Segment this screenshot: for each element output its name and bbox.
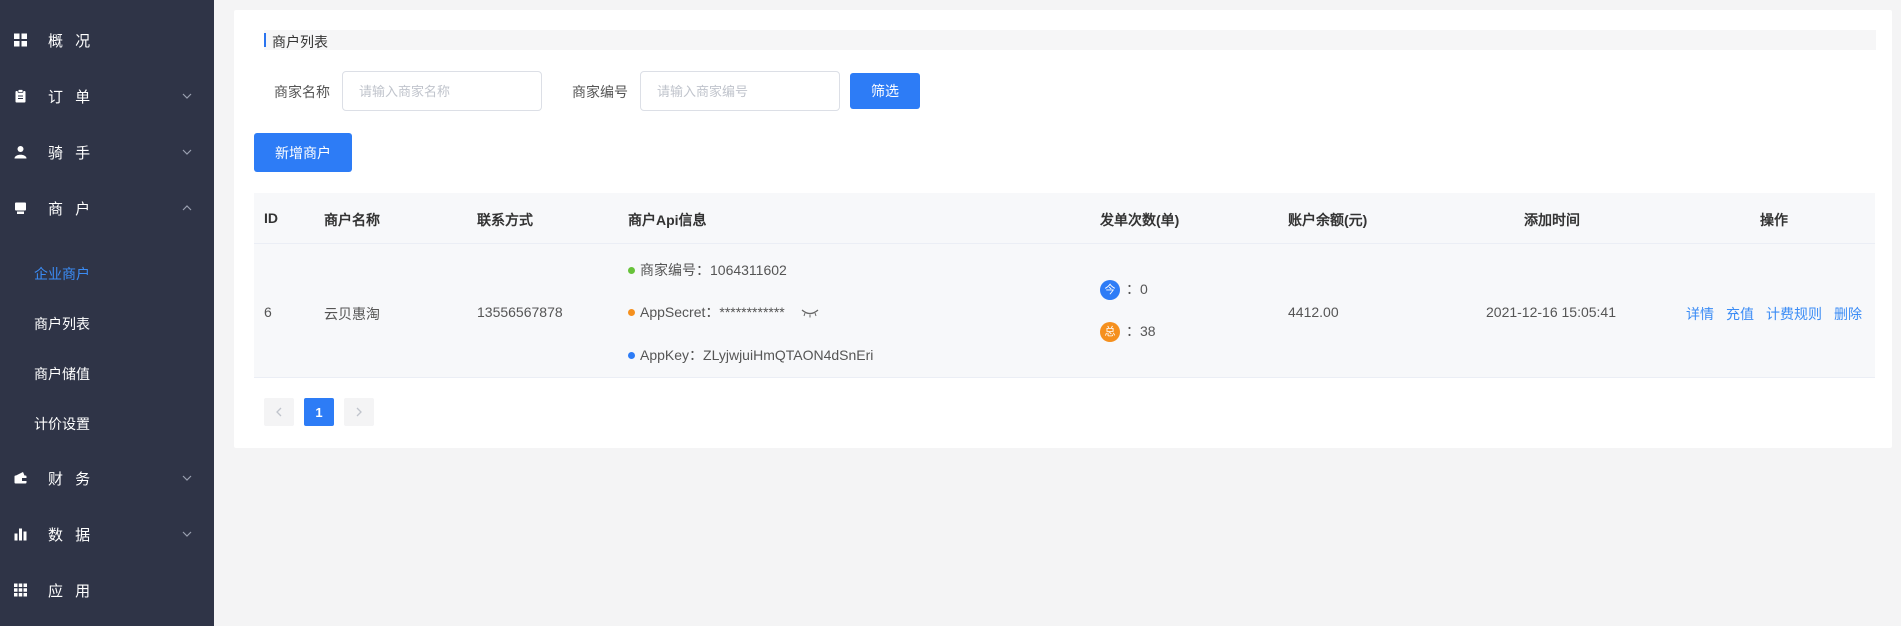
nav-item-label: 数 据 — [48, 526, 95, 544]
api-app-secret: AppSecret：************ — [628, 302, 819, 322]
nav-item-label: 商 户 — [48, 200, 95, 218]
user-icon — [14, 146, 27, 159]
nav-item-label: 应 用 — [48, 582, 95, 600]
today-count: ：0 — [1126, 281, 1148, 297]
merchant-code-input[interactable] — [640, 71, 840, 111]
wallet-icon — [14, 472, 27, 484]
total-count: ：38 — [1126, 323, 1156, 339]
col-header-id: ID — [264, 210, 278, 226]
nav-item-orders[interactable]: 订 单 — [0, 68, 214, 124]
sidebar: 概 况 订 单 骑 手 商 户 企业商户 商户列表 商户储值 计价设置 财 务 … — [0, 0, 214, 626]
billing-rules-link[interactable]: 计费规则 — [1766, 304, 1822, 324]
chevron-down-icon — [182, 531, 192, 537]
chevron-down-icon — [182, 475, 192, 481]
chevron-up-icon — [182, 205, 192, 211]
nav-item-riders[interactable]: 骑 手 — [0, 124, 214, 180]
nav-item-overview[interactable]: 概 况 — [0, 12, 214, 68]
nav-item-data[interactable]: 数 据 — [0, 506, 214, 562]
blue-dot-icon — [628, 351, 635, 359]
merchant-name-label: 商家名称 — [274, 84, 330, 100]
sidebar-sub-merchant-deposit[interactable]: 商户储值 — [0, 354, 214, 394]
total-badge: 总 — [1100, 322, 1120, 343]
section-header: 商户列表 — [264, 30, 1876, 50]
recharge-link[interactable]: 充值 — [1726, 304, 1754, 324]
orange-dot-icon — [628, 308, 635, 316]
merchant-name-input[interactable] — [342, 71, 542, 111]
sub-item-label: 企业商户 — [34, 266, 90, 282]
api-code-text: 商家编号：1064311602 — [640, 262, 787, 278]
chevron-left-icon — [276, 407, 282, 417]
today-badge: 今 — [1100, 280, 1120, 301]
green-dot-icon — [628, 266, 635, 274]
detail-link[interactable]: 详情 — [1686, 304, 1714, 324]
cell-id: 6 — [264, 304, 272, 320]
sidebar-sub-pricing-settings[interactable]: 计价设置 — [0, 404, 214, 444]
sidebar-sub-enterprise-merchants[interactable]: 企业商户 — [0, 254, 214, 294]
apps-icon — [14, 583, 27, 597]
prev-page-button[interactable] — [264, 398, 294, 426]
col-header-balance: 账户余额(元) — [1288, 212, 1368, 228]
nav-item-label: 骑 手 — [48, 144, 95, 162]
delete-link[interactable]: 删除 — [1834, 304, 1862, 324]
table-row: 6 云贝惠淘 13556567878 商家编号：1064311602 AppSe… — [254, 244, 1875, 378]
api-secret-text: AppSecret：************ — [640, 304, 785, 320]
merchant-code-label: 商家编号 — [572, 84, 628, 100]
nav-item-label: 订 单 — [48, 88, 95, 106]
table-header: ID 商户名称 联系方式 商户Api信息 发单次数(单) 账户余额(元) 添加时… — [254, 193, 1875, 244]
clipboard-icon — [15, 89, 26, 103]
col-header-contact: 联系方式 — [477, 212, 533, 228]
next-page-button[interactable] — [344, 398, 374, 426]
api-merchant-code: 商家编号：1064311602 — [628, 260, 787, 280]
col-header-created: 添加时间 — [1524, 212, 1580, 228]
chevron-right-icon — [356, 407, 362, 417]
merchant-list-card: 商户列表 商家名称 商家编号 筛选 新增商户 ID 商户名称 联系方式 商户Ap… — [234, 10, 1892, 448]
nav-item-merchants[interactable]: 商 户 — [0, 180, 214, 236]
sub-item-label: 计价设置 — [34, 416, 90, 432]
sidebar-sub-merchant-list[interactable]: 商户列表 — [0, 304, 214, 344]
api-key-text: AppKey：ZLyjwjuiHmQTAON4dSnEri — [640, 347, 874, 363]
order-count-today: 今 ：0 — [1100, 279, 1148, 301]
nav-item-finance[interactable]: 财 务 — [0, 450, 214, 506]
filter-button[interactable]: 筛选 — [850, 73, 920, 109]
page-button-current[interactable]: 1 — [304, 398, 334, 426]
grid-icon — [14, 33, 27, 47]
col-header-api-info: 商户Api信息 — [628, 212, 707, 228]
cell-name: 云贝惠淘 — [324, 306, 380, 322]
section-accent-bar — [264, 33, 266, 47]
col-header-name: 商户名称 — [324, 212, 380, 228]
nav-item-apps[interactable]: 应 用 — [0, 562, 214, 618]
sub-item-label: 商户储值 — [34, 366, 90, 382]
add-merchant-button[interactable]: 新增商户 — [254, 133, 352, 172]
nav-item-label: 概 况 — [48, 32, 95, 50]
cell-created: 2021-12-16 15:05:41 — [1486, 304, 1616, 320]
nav-item-label: 财 务 — [48, 470, 95, 488]
chevron-down-icon — [182, 93, 192, 99]
chevron-down-icon — [182, 149, 192, 155]
eye-closed-icon[interactable] — [801, 308, 819, 318]
store-icon — [15, 202, 26, 214]
bar-chart-icon — [14, 528, 27, 541]
cell-balance: 4412.00 — [1288, 304, 1339, 320]
api-app-key: AppKey：ZLyjwjuiHmQTAON4dSnEri — [628, 345, 873, 365]
col-header-actions: 操作 — [1760, 212, 1788, 228]
section-title: 商户列表 — [272, 34, 328, 50]
col-header-order-count: 发单次数(单) — [1100, 212, 1180, 228]
sub-item-label: 商户列表 — [34, 316, 90, 332]
order-count-total: 总 ：38 — [1100, 321, 1156, 343]
cell-phone: 13556567878 — [477, 304, 563, 320]
